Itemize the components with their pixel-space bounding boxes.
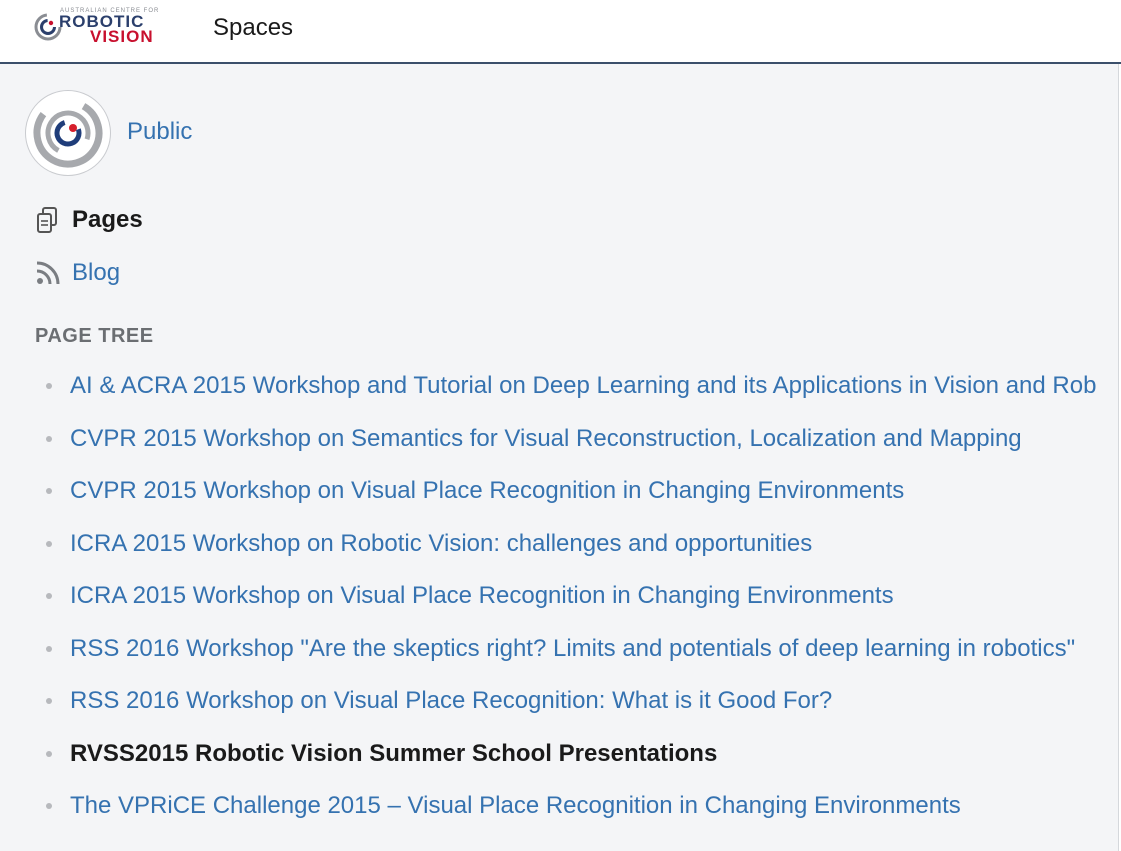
bullet-icon xyxy=(46,803,52,810)
page-tree-item: ICRA 2015 Workshop on Visual Place Recog… xyxy=(40,570,1118,623)
space-logo-icon xyxy=(33,98,103,168)
logo-mark-icon xyxy=(34,13,62,41)
logo-line2: VISION xyxy=(90,27,154,46)
page-tree-link[interactable]: The VPRiCE Challenge 2015 – Visual Place… xyxy=(70,792,961,820)
page-tree-link-current[interactable]: RVSS2015 Robotic Vision Summer School Pr… xyxy=(70,740,717,768)
bullet-icon xyxy=(46,488,52,495)
bullet-icon xyxy=(46,435,52,442)
page-tree-link[interactable]: AI & ACRA 2015 Workshop and Tutorial on … xyxy=(70,372,1096,400)
page-tree-link[interactable]: CVPR 2015 Workshop on Visual Place Recog… xyxy=(70,477,904,505)
page-tree: AI & ACRA 2015 Workshop and Tutorial on … xyxy=(40,360,1118,833)
rss-icon xyxy=(34,259,62,287)
nav-pages[interactable]: Pages xyxy=(34,204,143,236)
page-tree-item: RSS 2016 Workshop on Visual Place Recogn… xyxy=(40,675,1118,728)
page-tree-link[interactable]: CVPR 2015 Workshop on Semantics for Visu… xyxy=(70,425,1022,453)
page-tree-item: The VPRiCE Challenge 2015 – Visual Place… xyxy=(40,780,1118,833)
page-tree-item-current: RVSS2015 Robotic Vision Summer School Pr… xyxy=(40,728,1118,781)
nav-blog-label: Blog xyxy=(72,259,121,286)
page-tree-item: AI & ACRA 2015 Workshop and Tutorial on … xyxy=(40,360,1118,413)
bullet-icon xyxy=(46,645,52,652)
bullet-icon xyxy=(46,593,52,600)
acrv-logo[interactable]: AUSTRALIAN CENTRE FOR ROBOTIC VISION xyxy=(34,6,184,52)
page-tree-item: ICRA 2015 Workshop on Robotic Vision: ch… xyxy=(40,518,1118,571)
bullet-icon xyxy=(46,698,52,705)
nav-blog[interactable]: Blog xyxy=(34,257,120,289)
bullet-icon xyxy=(46,750,52,757)
page-tree-link[interactable]: RSS 2016 Workshop on Visual Place Recogn… xyxy=(70,687,832,715)
bullet-icon xyxy=(46,540,52,547)
pages-icon xyxy=(34,206,62,234)
page-tree-link[interactable]: RSS 2016 Workshop "Are the skeptics righ… xyxy=(70,635,1075,663)
nav-pages-label: Pages xyxy=(72,206,143,233)
space-avatar[interactable] xyxy=(25,90,111,176)
page-tree-heading: PAGE TREE xyxy=(35,325,154,347)
page-tree-item: CVPR 2015 Workshop on Semantics for Visu… xyxy=(40,413,1118,466)
space-name-link[interactable]: Public xyxy=(127,118,192,146)
page-tree-item: RSS 2016 Workshop "Are the skeptics righ… xyxy=(40,623,1118,676)
page-tree-link[interactable]: ICRA 2015 Workshop on Visual Place Recog… xyxy=(70,582,894,610)
space-sidebar: Public Pages Blog PAGE TREE AI & ACRA 20… xyxy=(0,64,1118,851)
top-header: AUSTRALIAN CENTRE FOR ROBOTIC VISION Spa… xyxy=(0,0,1121,64)
spaces-menu-link[interactable]: Spaces xyxy=(213,14,293,42)
bullet-icon xyxy=(46,383,52,390)
page-tree-item: CVPR 2015 Workshop on Visual Place Recog… xyxy=(40,465,1118,518)
page-tree-link[interactable]: ICRA 2015 Workshop on Robotic Vision: ch… xyxy=(70,530,812,558)
